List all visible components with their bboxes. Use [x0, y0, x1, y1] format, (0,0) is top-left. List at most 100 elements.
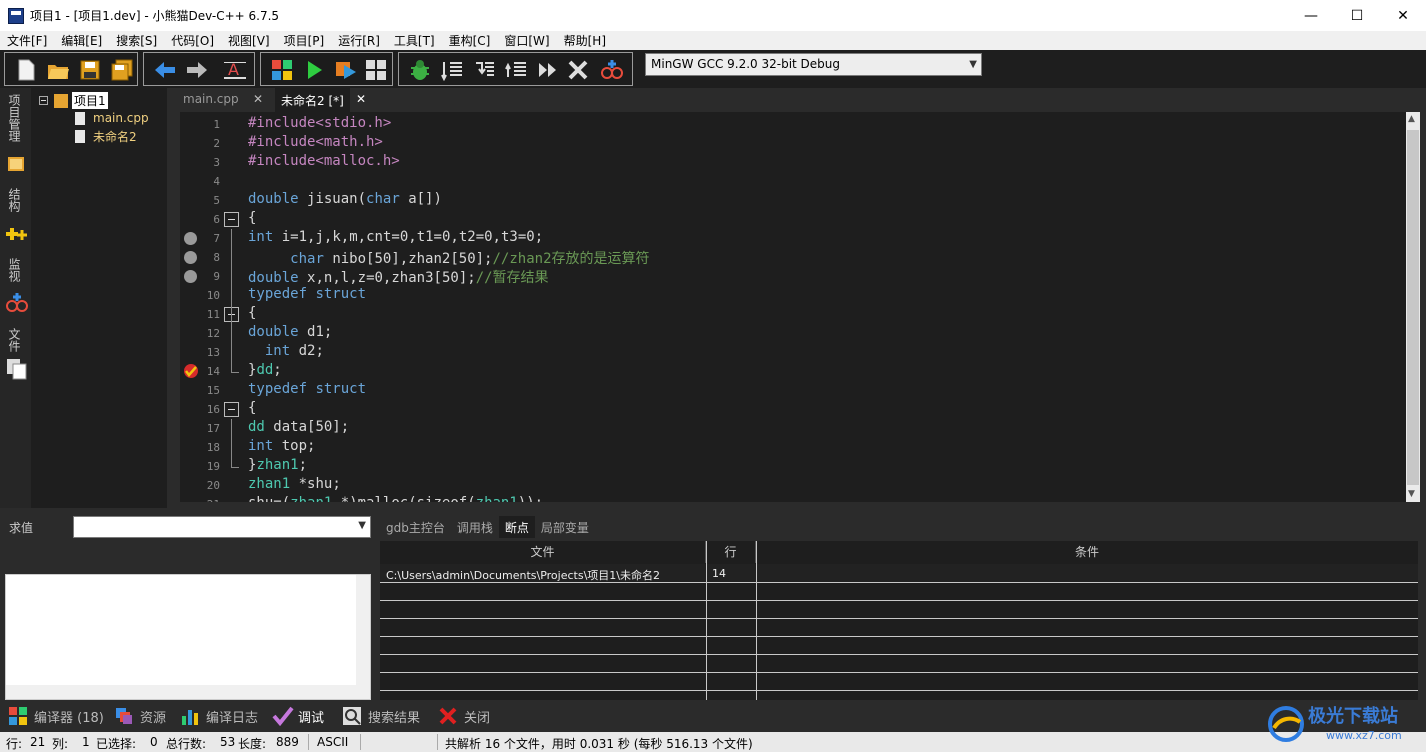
column-header-file[interactable]: 文件 — [380, 541, 706, 563]
watermark-swirl-icon — [1268, 706, 1304, 742]
rebuild-icon[interactable] — [363, 57, 389, 83]
run-icon[interactable] — [301, 57, 327, 83]
menu-run[interactable]: 运行[R] — [331, 32, 387, 49]
compiler-select[interactable]: MinGW GCC 9.2.0 32-bit Debug ▼ — [645, 53, 982, 76]
tab-gdb-console[interactable]: gdb主控台 — [380, 516, 451, 538]
code-line: char nibo[50],zhan2[50];//zhan2存放的是运算符 — [290, 251, 650, 267]
breakpoint-marker-icon[interactable] — [184, 232, 197, 245]
fold-toggle-icon[interactable] — [224, 402, 239, 417]
forward-arrow-icon[interactable] — [184, 57, 210, 83]
code-line: }zhan1; — [248, 457, 308, 473]
menu-window[interactable]: 窗口[W] — [497, 32, 556, 49]
compile-icon[interactable] — [269, 57, 295, 83]
close-x-icon — [438, 706, 458, 726]
tab-breakpoints[interactable]: 断点 — [498, 516, 535, 538]
menu-search[interactable]: 搜索[S] — [109, 32, 164, 49]
stop-icon[interactable] — [565, 57, 591, 83]
menu-file[interactable]: 文件[F] — [0, 32, 54, 49]
menu-code[interactable]: 代码[O] — [164, 32, 221, 49]
step-into-icon[interactable] — [471, 57, 497, 83]
back-arrow-icon[interactable] — [152, 57, 178, 83]
resource-icon — [114, 706, 134, 726]
line-number: 5 — [213, 194, 220, 207]
code-editor[interactable]: 1 #include<stdio.h> 2 #include<math.h> 3 #inc… — [180, 112, 1406, 502]
breakpoint-marker-icon[interactable] — [184, 251, 197, 264]
status-total: 53 — [220, 735, 236, 749]
tab-unnamed2[interactable]: 未命名2 [*] — [275, 88, 350, 112]
tab-structure[interactable]: 结构 — [6, 188, 23, 212]
tab-compile-log-label: 编译日志 — [206, 710, 259, 726]
menu-help[interactable]: 帮助[H] — [557, 32, 613, 49]
code-line: double d1; — [248, 324, 333, 340]
continue-icon[interactable] — [535, 57, 561, 83]
watermark-title: 极光下载站 — [1308, 706, 1398, 727]
collapse-box-icon[interactable] — [39, 96, 48, 105]
tree-root[interactable]: 项目1 — [39, 92, 108, 109]
eval-scrollbar[interactable] — [356, 575, 370, 699]
new-file-icon[interactable] — [13, 57, 39, 83]
column-header-line[interactable]: 行 — [706, 541, 756, 563]
menu-project[interactable]: 项目[P] — [277, 32, 332, 49]
step-over-icon[interactable] — [439, 57, 465, 83]
status-bar: 行: 21 列: 1 已选择: 0 总行数: 53 长度: 889 ASCII … — [0, 732, 1426, 752]
row-divider — [380, 654, 1418, 655]
eval-input[interactable]: ▼ — [73, 516, 371, 538]
tab-files[interactable]: 文件 — [6, 328, 23, 352]
menu-tools[interactable]: 工具[T] — [387, 32, 442, 49]
debug-icon[interactable] — [407, 57, 433, 83]
maximize-button[interactable]: ☐ — [1334, 0, 1380, 31]
tab-project-manager[interactable]: 项目管理 — [6, 94, 23, 142]
tab-close-icon[interactable]: ✕ — [253, 92, 263, 106]
compile-run-icon[interactable] — [333, 57, 359, 83]
format-icon[interactable]: A — [222, 57, 248, 83]
scroll-up-icon[interactable]: ▲ — [1408, 114, 1415, 124]
minimize-button[interactable]: — — [1288, 0, 1334, 31]
tab-compile-log[interactable]: 编译日志 — [180, 706, 258, 726]
file-icon — [75, 111, 85, 125]
tab-watch[interactable]: 监视 — [6, 258, 23, 282]
window-title: 项目1 - [项目1.dev] - 小熊猫Dev-C++ 6.7.5 — [30, 9, 280, 23]
bp-file-cell: C:\Users\admin\Documents\Projects\项目1\未命… — [386, 569, 660, 582]
step-out-icon[interactable] — [503, 57, 529, 83]
tab-search-results[interactable]: 搜索结果 — [342, 706, 420, 726]
eval-hscrollbar[interactable] — [6, 685, 356, 699]
save-icon[interactable] — [77, 57, 103, 83]
tab-debug[interactable]: 调试 — [272, 706, 324, 727]
menu-view[interactable]: 视图[V] — [221, 32, 277, 49]
eval-label: 求值 — [9, 521, 34, 535]
table-row[interactable]: C:\Users\admin\Documents\Projects\项目1\未命… — [380, 564, 1418, 582]
tab-call-stack[interactable]: 调用栈 — [451, 516, 499, 538]
row-divider — [380, 636, 1418, 637]
scroll-down-icon[interactable]: ▼ — [1408, 489, 1415, 499]
status-separator — [360, 734, 361, 750]
tab-main-cpp[interactable]: main.cpp — [183, 92, 239, 106]
column-header-condition[interactable]: 条件 — [756, 541, 1418, 563]
open-folder-icon[interactable] — [45, 57, 71, 83]
active-breakpoint-check-icon[interactable] — [183, 363, 199, 382]
fold-toggle-icon[interactable] — [224, 212, 239, 227]
breakpoint-marker-icon[interactable] — [184, 270, 197, 283]
tree-file-unnamed2[interactable]: 未命名2 — [75, 128, 137, 145]
tree-file-main[interactable]: main.cpp — [75, 111, 149, 125]
tab-resource[interactable]: 资源 — [114, 706, 166, 726]
eval-output-area[interactable] — [5, 574, 371, 700]
tab-local-variables[interactable]: 局部变量 — [535, 516, 595, 538]
menu-refactor[interactable]: 重构[C] — [442, 32, 498, 49]
add-watch-icon[interactable] — [599, 57, 625, 83]
tab-compiler[interactable]: 编译器 (18) — [8, 706, 104, 726]
chevron-down-icon[interactable]: ▼ — [358, 520, 366, 531]
menu-edit[interactable]: 编辑[E] — [54, 32, 109, 49]
status-message: 共解析 16 个文件，用时 0.031 秒 (每秒 516.13 个文件) — [445, 737, 753, 751]
debug-panel: 求值 ▼ gdb主控台 调用栈 断点 局部变量 文件 行 条件 C:\Users… — [0, 508, 1426, 700]
tab-close[interactable]: 关闭 — [438, 706, 490, 726]
project-panel: 项目1 main.cpp 未命名2 — [31, 88, 167, 508]
editor-vertical-scrollbar[interactable]: ▲ ▼ — [1406, 112, 1420, 502]
close-window-button[interactable]: ✕ — [1380, 0, 1426, 31]
toolbar-nav-group: A — [143, 52, 255, 86]
code-line: { — [248, 210, 257, 226]
save-all-icon[interactable] — [109, 57, 135, 83]
tab-close-icon[interactable]: ✕ — [356, 92, 366, 106]
code-line: typedef struct — [248, 286, 367, 302]
scroll-thumb[interactable] — [1407, 130, 1419, 485]
line-number: 1 — [213, 118, 220, 131]
